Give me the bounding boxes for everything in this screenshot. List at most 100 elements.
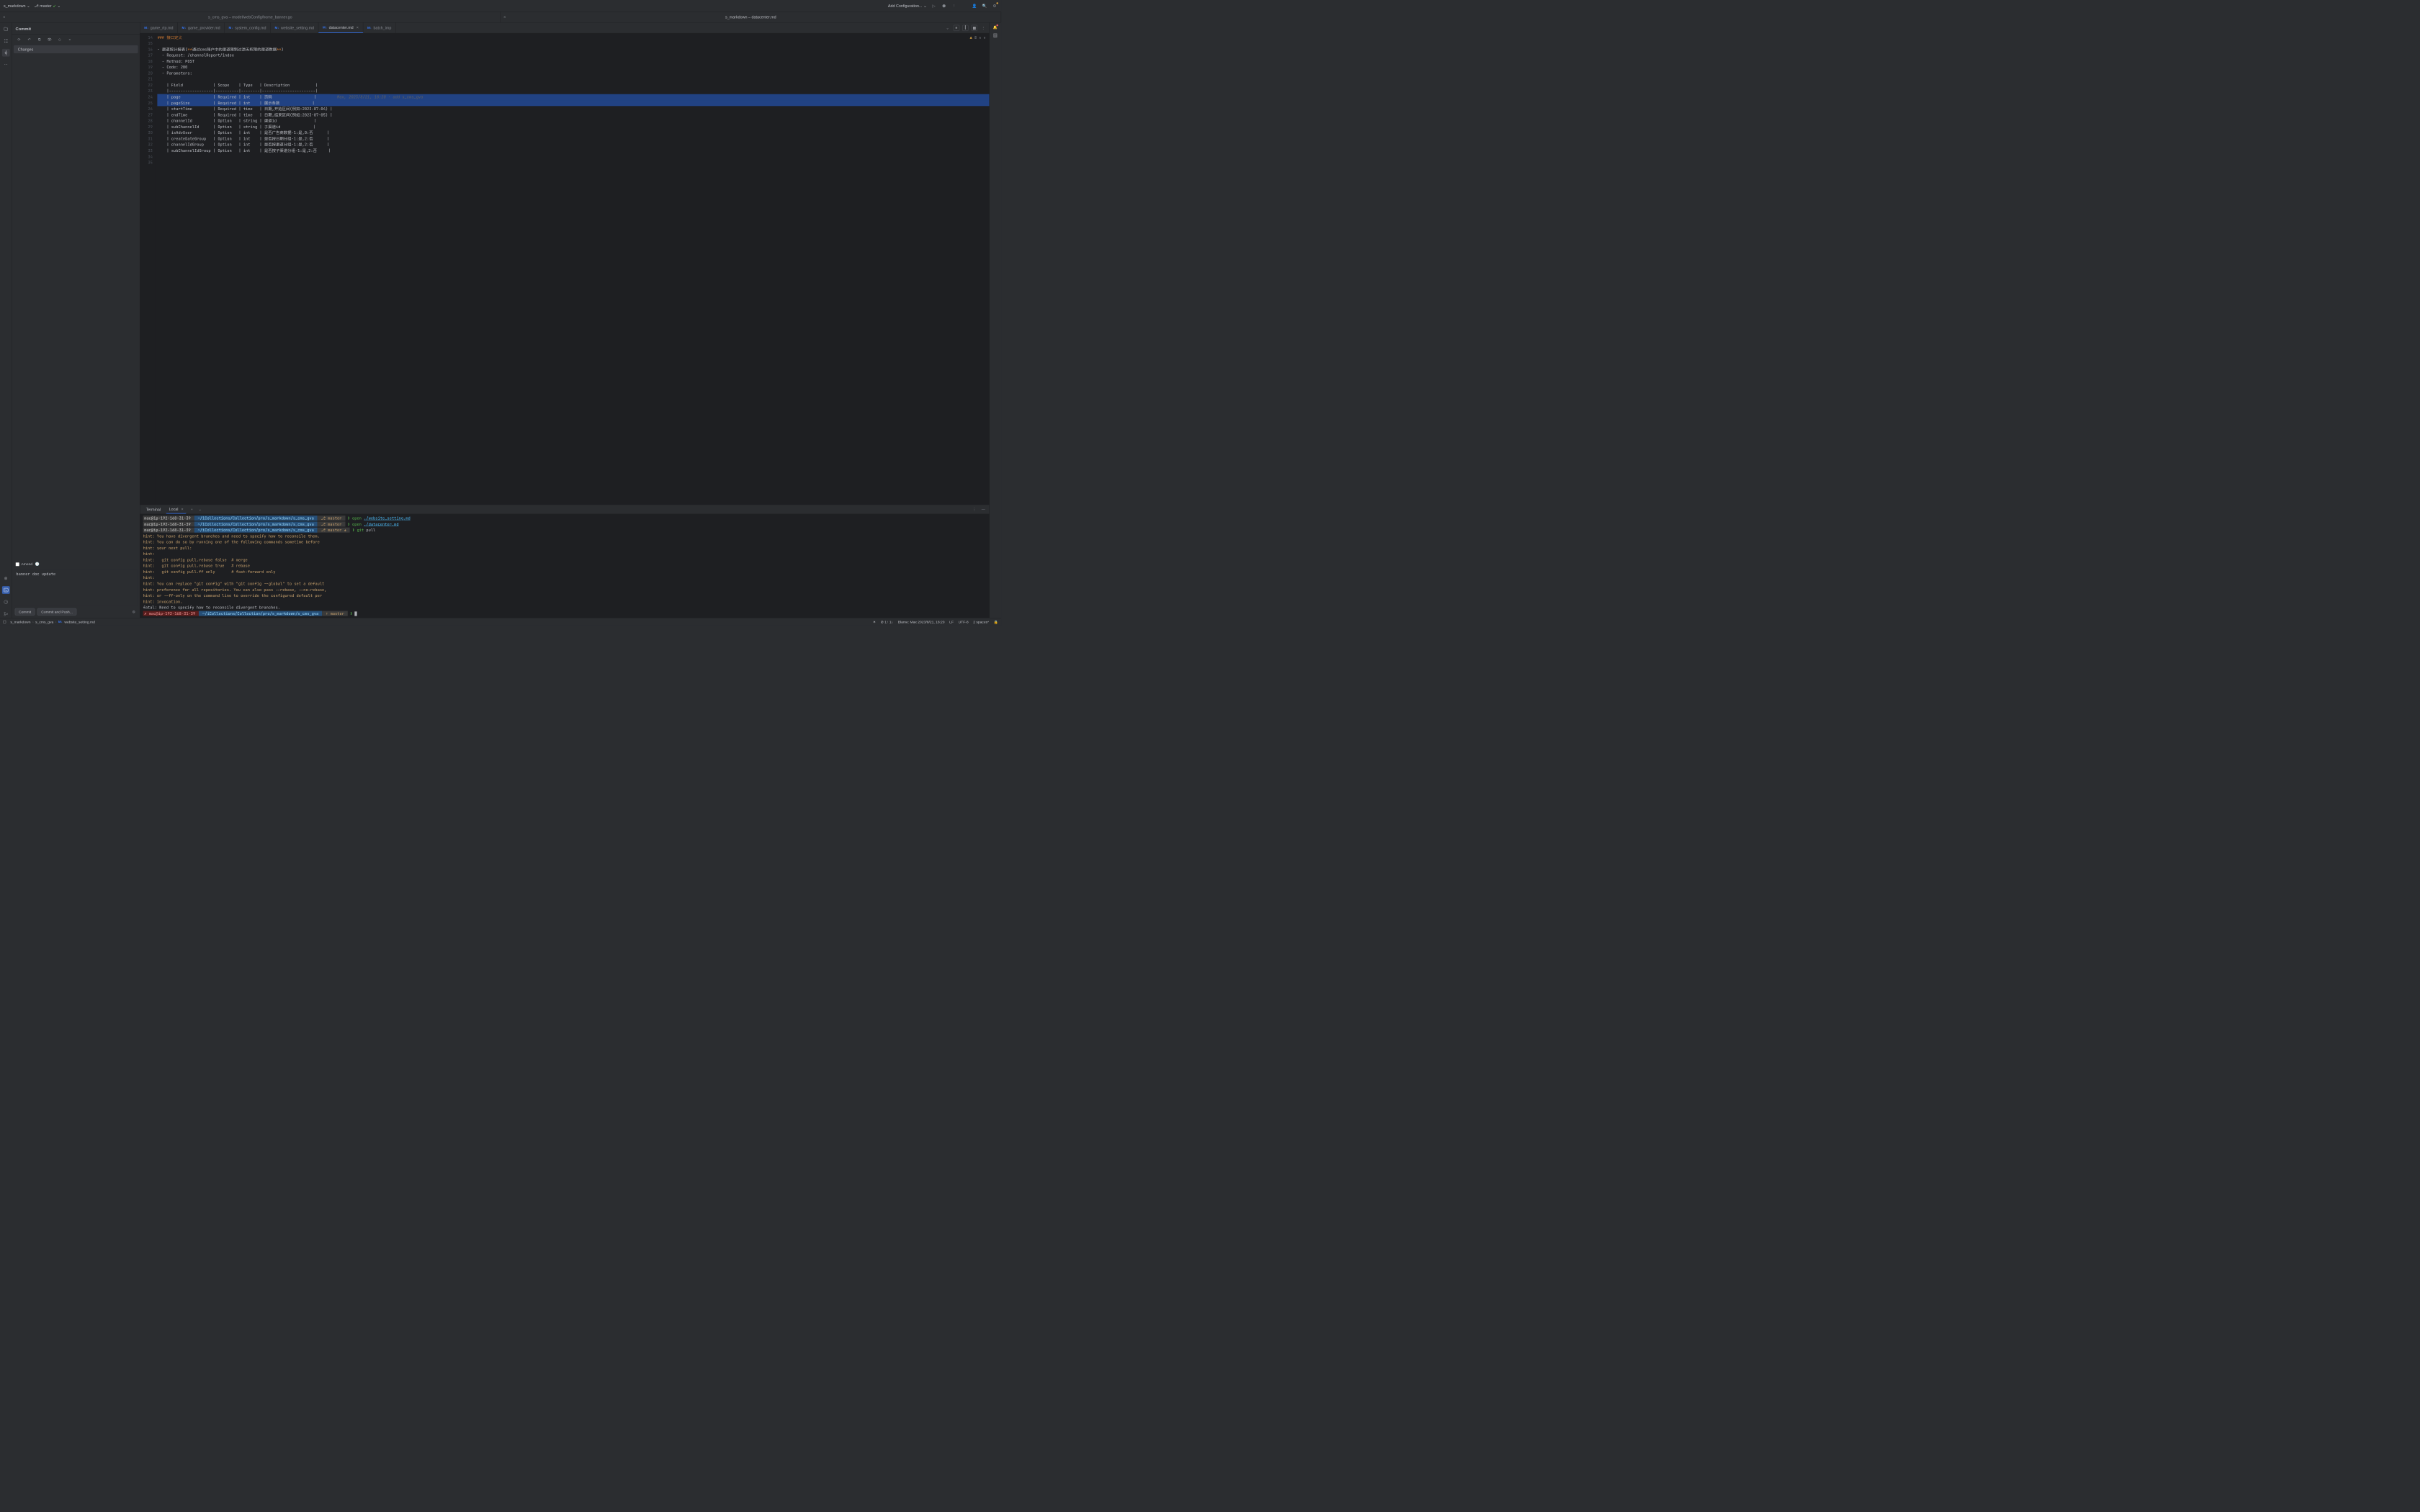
split-view-icon[interactable]: ⫿ [962, 25, 968, 31]
close-icon[interactable]: × [3, 15, 5, 19]
amend-checkbox[interactable] [16, 562, 19, 566]
commit-tool-icon[interactable] [2, 49, 10, 57]
diff-icon[interactable]: ⧉ [36, 37, 42, 42]
commit-title: Commit [16, 26, 32, 31]
file-tab[interactable]: M↓game_rtp.md [140, 22, 177, 32]
run-config-selector[interactable]: Add Configuration... ⌄ [888, 4, 927, 9]
terminal-title-tab[interactable]: Terminal [143, 505, 164, 513]
chevron-down-icon[interactable]: ⌄ [197, 506, 203, 512]
more-icon[interactable]: ⋮ [972, 506, 977, 512]
gutter: 1415161718192021222324252627282930313233… [140, 33, 155, 504]
commit-button[interactable]: Commit [15, 608, 35, 616]
line-sep[interactable]: LF [949, 620, 954, 624]
services-tool-icon[interactable]: ◎ [2, 575, 10, 582]
blame-status[interactable]: Blame: Max 2023/8/21, 18:20 [898, 620, 945, 624]
commit-push-button[interactable]: Commit and Push... [37, 608, 76, 616]
markdown-icon: M↓ [367, 26, 372, 30]
more-icon[interactable]: ⋮ [951, 3, 957, 9]
main-tab-label: s_markdown – datacenter.md [725, 15, 776, 19]
terminal-local-label: Local [169, 507, 179, 511]
structure-tool-icon[interactable] [2, 37, 10, 45]
history-icon[interactable]: 🕓 [35, 561, 40, 567]
crumb[interactable]: s_markdown [10, 620, 30, 624]
project-tool-icon[interactable] [2, 25, 10, 33]
close-icon[interactable]: × [357, 25, 359, 30]
commit-toolbar: ⟳ ↶ ⧉ 👁 ◇ × [12, 35, 140, 45]
file-tab[interactable]: M↓datacenter.md× [318, 22, 363, 32]
file-tab-label: game_rtp.md [151, 26, 174, 30]
chevron-right-icon: › [32, 620, 34, 624]
branch-selector[interactable]: ⎇ master ↙ ⌄ [34, 4, 60, 9]
collaborate-icon[interactable]: 👤 [972, 3, 977, 9]
gear-icon[interactable]: ⚙ [131, 609, 137, 615]
commit-message-input[interactable] [14, 570, 138, 606]
project-name: s_markdown [4, 4, 25, 8]
changes-label: Changes [18, 47, 34, 51]
file-tab[interactable]: M↓game_provider.md [178, 22, 225, 32]
search-icon[interactable]: 🔍 [982, 3, 987, 9]
file-tabs: M↓game_rtp.md M↓game_provider.md M↓syste… [140, 22, 989, 33]
more-icon[interactable]: ⋮ [980, 25, 986, 31]
main-tab[interactable]: × s_cms_gva – model/webConfig/home_banne… [0, 12, 501, 22]
main-editor-tabs: × s_cms_gva – model/webConfig/home_banne… [0, 12, 1001, 23]
git-status[interactable]: ⊘ 1↑ 1↓ [881, 620, 893, 624]
nav-target-icon[interactable]: ☐ [3, 620, 6, 624]
group-icon[interactable]: ◇ [57, 37, 63, 42]
breadcrumb[interactable]: s_markdown › s_cms_gva › M↓ website_sett… [10, 620, 95, 624]
file-tab-label: datacenter.md [329, 25, 354, 30]
preview-view-icon[interactable]: ▦ [972, 25, 977, 31]
debug-icon[interactable]: ⬢ [941, 3, 946, 9]
editor-view-icon[interactable]: ≡ [954, 25, 959, 31]
encoding[interactable]: UTF-8 [959, 620, 969, 624]
file-tab[interactable]: M↓system_config.md [225, 22, 271, 32]
indent[interactable]: 2 spaces* [973, 620, 989, 624]
main-tab[interactable]: × s_markdown – datacenter.md [501, 12, 1001, 22]
main-tab-label: s_cms_gva – model/webConfig/home_banner.… [208, 15, 292, 19]
right-tool-rail: 🔔 🗄 [989, 22, 1001, 618]
more-tool-icon[interactable]: ⋯ [2, 60, 10, 68]
close-icon[interactable]: × [503, 15, 506, 19]
minimize-icon[interactable]: — [980, 506, 986, 512]
terminal-tool-icon[interactable] [2, 586, 10, 594]
notifications-icon[interactable]: 🔔 [993, 25, 998, 30]
run-icon[interactable]: ▷ [931, 3, 936, 9]
changes-node[interactable]: Changes [14, 45, 138, 53]
commit-panel: Commit ⟳ ↶ ⧉ 👁 ◇ × Changes Amend 🕓 Comm [12, 22, 140, 618]
branch-icon: ⎇ [34, 4, 38, 9]
problems-tool-icon[interactable] [2, 598, 10, 606]
file-tab[interactable]: M↓batch_imp [363, 22, 395, 32]
git-tool-icon[interactable] [2, 610, 10, 618]
rollback-icon[interactable]: ↶ [26, 37, 32, 42]
config-label: Add Configuration... [888, 4, 923, 8]
crumb[interactable]: s_cms_gva [35, 620, 53, 624]
terminal-local-tab[interactable]: Local × [166, 505, 186, 513]
left-tool-rail: ⋯ ◎ [0, 22, 12, 618]
chevron-down-icon[interactable]: ⌄ [944, 25, 950, 31]
chevron-down-icon: ⌄ [58, 4, 61, 9]
commit-header: Commit [12, 22, 140, 35]
editor[interactable]: ▲ 8 ∧ ∨ 14151617181920212223242526272829… [140, 33, 989, 504]
file-tab-label: website_setting.md [281, 26, 314, 30]
file-tab-label: batch_imp [374, 26, 392, 30]
close-icon[interactable]: × [67, 37, 73, 42]
markdown-icon: M↓ [182, 26, 186, 30]
terminal-panel: Terminal Local × + ⌄ ⋮ — mac@ip-192-168-… [140, 505, 989, 618]
database-icon[interactable]: 🗄 [993, 33, 998, 37]
code-area[interactable]: ### 接口定义- 渠道统计报表(**通过cms账户中的渠道限制过滤无权限的渠道… [155, 33, 989, 504]
eye-icon[interactable]: 👁 [47, 37, 53, 42]
file-tab[interactable]: M↓website_setting.md [271, 22, 319, 32]
add-terminal-icon[interactable]: + [189, 506, 194, 512]
refresh-icon[interactable]: ⟳ [16, 37, 22, 42]
project-selector[interactable]: s_markdown ⌄ [4, 4, 30, 9]
progress-icon[interactable]: ✶ [873, 620, 876, 624]
lock-icon[interactable]: 🔒 [994, 620, 998, 624]
chevron-down-icon: ⌄ [27, 4, 30, 9]
terminal-tabs: Terminal Local × + ⌄ ⋮ — [140, 505, 989, 514]
branch-name: master [40, 4, 51, 8]
settings-icon[interactable]: ⚙ [992, 3, 998, 9]
crumb[interactable]: website_setting.md [64, 620, 95, 624]
markdown-icon: M↓ [229, 26, 233, 30]
markdown-icon: M↓ [58, 620, 63, 624]
terminal-body[interactable]: mac@ip-192-168-31-39 ~/iCollections/Coll… [140, 514, 989, 618]
close-icon[interactable]: × [181, 507, 183, 511]
